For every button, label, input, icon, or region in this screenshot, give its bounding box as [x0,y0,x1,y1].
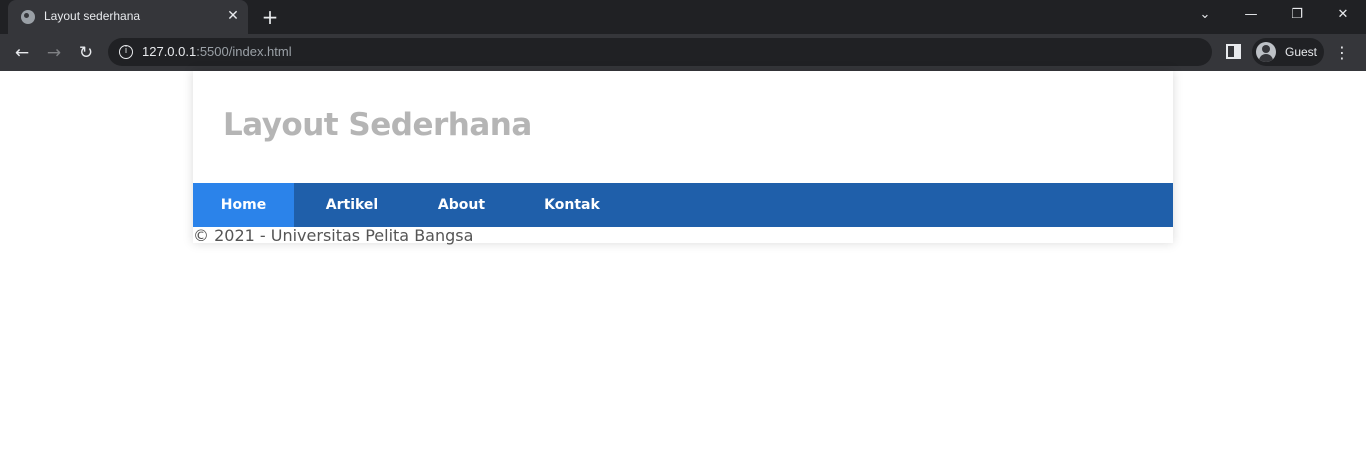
kebab-menu-icon[interactable]: ⋮ [1334,39,1350,67]
profile-button[interactable]: Guest [1252,38,1324,66]
site-container: Layout Sederhana Home Artikel About Kont… [193,71,1173,245]
tab-title: Layout sederhana [44,9,141,23]
nav-item-home[interactable]: Home [193,183,294,227]
url-path: :5500/index.html [196,44,292,59]
close-window-icon[interactable]: ✕ [1320,0,1366,30]
globe-icon [21,10,35,24]
footer-copyright: © 2021 - Universitas Pelita Bangsa [193,226,474,245]
back-arrow-icon[interactable]: ← [8,39,36,67]
main-nav: Home Artikel About Kontak [193,183,1173,227]
avatar-icon [1256,42,1276,62]
browser-chrome: Layout sederhana ✕ + ⌄ — ❐ ✕ ← → ↻ i 127… [0,0,1366,71]
site-header: Layout Sederhana [193,71,1173,183]
browser-tab[interactable]: Layout sederhana ✕ [8,0,248,34]
page-viewport: Layout Sederhana Home Artikel About Kont… [0,71,1366,472]
address-bar[interactable]: i 127.0.0.1:5500/index.html [108,38,1212,66]
nav-item-artikel[interactable]: Artikel [294,183,410,227]
url-host: 127.0.0.1 [142,44,197,59]
restore-icon[interactable]: ❐ [1274,0,1320,30]
info-icon[interactable]: i [119,45,133,59]
minimize-icon[interactable]: — [1228,0,1274,30]
chevron-down-icon[interactable]: ⌄ [1182,0,1228,30]
side-panel-icon[interactable] [1226,44,1241,59]
url-text[interactable]: 127.0.0.1:5500/index.html [142,44,292,59]
profile-name: Guest [1285,45,1318,59]
reload-icon[interactable]: ↻ [72,39,100,67]
close-icon[interactable]: ✕ [224,7,242,25]
nav-item-kontak[interactable]: Kontak [513,183,631,227]
nav-item-about[interactable]: About [410,183,513,227]
tab-strip: Layout sederhana ✕ + ⌄ — ❐ ✕ [0,0,1366,34]
plus-icon[interactable]: + [258,5,282,29]
browser-toolbar: ← → ↻ i 127.0.0.1:5500/index.html Guest … [0,34,1366,71]
site-title: Layout Sederhana [223,107,532,143]
forward-arrow-icon[interactable]: → [40,39,68,67]
